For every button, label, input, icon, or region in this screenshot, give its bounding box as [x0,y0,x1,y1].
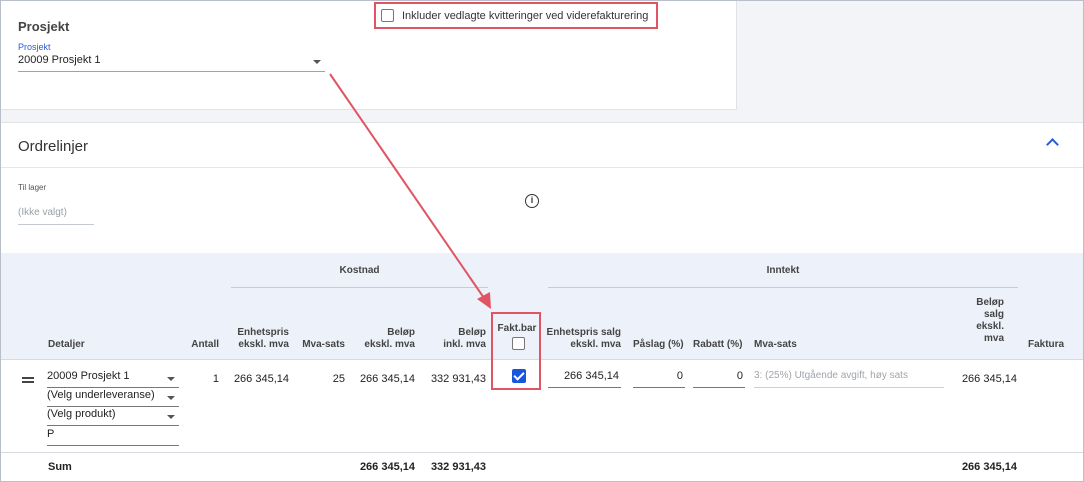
col-sales-amount-line2: salg [983,309,1004,320]
col-unit-price-line1: Enhetspris [237,327,289,338]
col-sales-unit-price-line1: Enhetspris salg [546,327,621,338]
col-invoice: Faktura [1028,339,1065,350]
row-project-select[interactable]: 20009 Prosjekt 1 [47,370,179,388]
divider [1,167,1083,168]
col-unit-price: Enhetspris ekskl. mva [229,327,289,351]
col-sales-amount-line1: Beløp [976,297,1004,308]
project-title: Prosjekt [18,19,70,34]
col-amount-incl-line2: inkl. mva [443,339,486,350]
group-cost: Kostnad [339,265,380,276]
sum-label: Sum [48,461,72,473]
row-vat-select[interactable]: 3: (25%) Utgående avgift, høy sats [754,370,944,388]
orderlines-card: Ordrelinjer Til lager (Ikke valgt) i Kos… [1,122,1083,481]
row-vat-rate: 25 [332,373,345,385]
row-description-value: P [47,428,55,440]
include-receipts-highlight: Inkluder vedlagte kvitteringer ved vider… [374,2,658,29]
orderlines-title: Ordrelinjer [18,138,89,155]
chevron-down-icon [167,377,175,381]
row-unit-price: 266 345,14 [233,373,289,385]
col-sales-unit-price: Enhetspris salg ekskl. mva [541,327,621,351]
sum-sales-amount: 266 345,14 [961,461,1017,473]
row-sales-unit-price-input[interactable]: 266 345,14 [548,370,621,388]
chevron-down-icon [167,396,175,400]
col-sales-amount-line4: mva [983,333,1004,344]
row-discount-input[interactable]: 0 [693,370,745,388]
row-sales-amount: 266 345,14 [961,373,1017,385]
col-amount-incl: Beløp inkl. mva [426,327,486,351]
group-income-line [548,287,1018,288]
col-unit-price-line2: ekskl. mva [238,339,289,350]
row-amount-excl: 266 345,14 [359,373,415,385]
billable-column-highlight [491,312,541,390]
col-amount-excl-line1: Beløp [387,327,415,338]
col-vat: Mva-sats [754,339,797,350]
col-details: Detaljer [48,339,85,350]
row-project-value: 20009 Prosjekt 1 [47,370,130,382]
include-receipts-label: Inkluder vedlagte kvitteringer ved vider… [402,10,649,22]
row-subdelivery-select[interactable]: (Velg underleveranse) [47,389,179,407]
col-amount-excl-line2: ekskl. mva [364,339,415,350]
sum-divider [1,452,1083,453]
col-quantity: Antall [191,339,219,350]
table-header: Kostnad Inntekt Detaljer Antall Enhetspr… [1,253,1083,360]
stock-label: Til lager [18,183,47,192]
col-sales-unit-price-line2: ekskl. mva [570,339,621,350]
col-discount: Rabatt (%) [693,339,743,350]
col-markup: Påslag (%) [633,339,684,350]
row-product-select[interactable]: (Velg produkt) [47,408,179,426]
row-markup-input[interactable]: 0 [633,370,685,388]
chevron-down-icon [167,415,175,419]
col-amount-incl-line1: Beløp [458,327,486,338]
row-product-value: (Velg produkt) [47,408,116,420]
group-cost-line [231,287,488,288]
row-quantity: 1 [212,373,219,385]
col-sales-amount: Beløp salg ekskl. mva [961,297,1004,345]
group-income: Inntekt [766,265,800,276]
col-sales-amount-line3: ekskl. [976,321,1004,332]
drag-handle-icon[interactable] [22,377,34,383]
row-description-input[interactable]: P [47,428,179,446]
row-subdelivery-value: (Velg underleveranse) [47,389,155,401]
sum-amount-incl: 332 931,43 [430,461,486,473]
project-select[interactable]: 20009 Prosjekt 1 [18,54,325,72]
row-amount-incl: 332 931,43 [430,373,486,385]
chevron-down-icon [313,60,321,64]
sum-amount-excl: 266 345,14 [359,461,415,473]
stock-select[interactable]: (Ikke valgt) [18,207,94,225]
project-select-label: Prosjekt [18,42,51,52]
col-vat-rate: Mva-sats [302,339,345,350]
project-select-value: 20009 Prosjekt 1 [18,54,101,66]
chevron-up-icon[interactable] [1046,138,1059,151]
include-receipts-checkbox[interactable] [381,9,394,22]
info-icon[interactable]: i [525,194,539,208]
col-amount-excl: Beløp ekskl. mva [355,327,415,351]
